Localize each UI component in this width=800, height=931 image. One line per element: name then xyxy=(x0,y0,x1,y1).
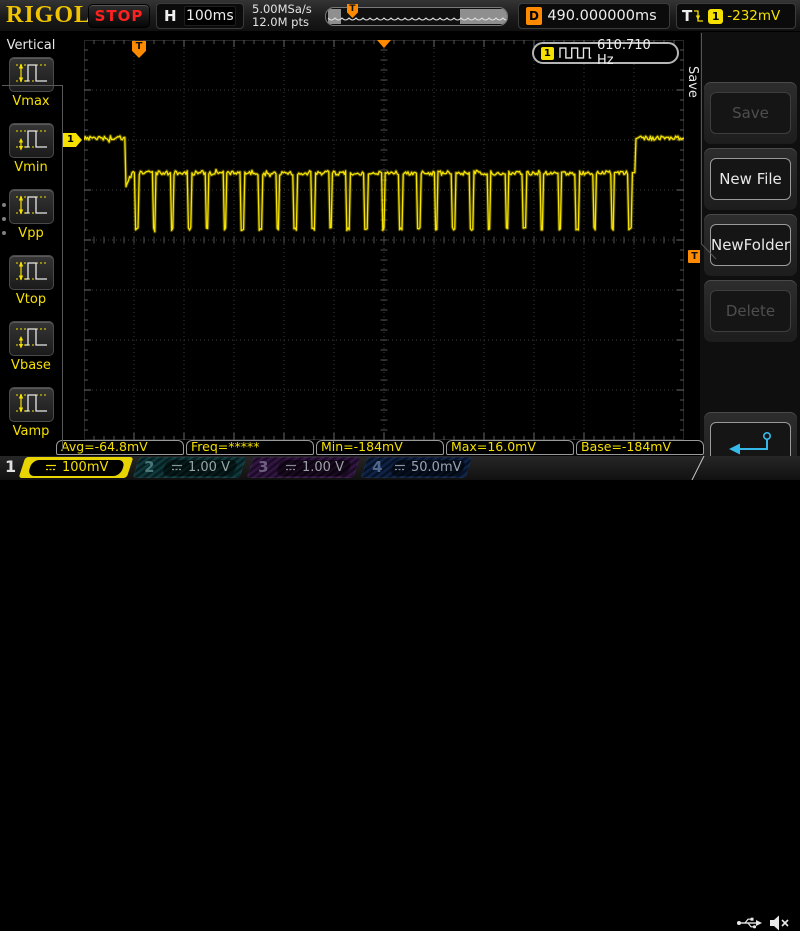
dc-coupling-icon xyxy=(171,463,183,472)
vtop-icon xyxy=(14,258,50,288)
new-file-button[interactable]: New File xyxy=(710,158,791,200)
channel3-number: 3 xyxy=(258,458,268,476)
waveform-display xyxy=(84,40,684,440)
channel2-status-box[interactable]: 2 1.00 V xyxy=(133,457,247,478)
dc-coupling-icon xyxy=(394,463,406,472)
vbase-icon xyxy=(14,324,50,354)
sidebar-item-vtop-label: Vtop xyxy=(0,292,62,307)
menu-page-dot xyxy=(2,203,6,207)
channel1-level-marker[interactable]: 1 xyxy=(63,133,82,147)
sidebar-item-vpp[interactable] xyxy=(9,189,54,224)
measurement-results-bar: Avg=-64.8mV Freq=***** Min=-184mV Max=16… xyxy=(56,440,704,455)
channel4-number: 4 xyxy=(372,458,382,476)
sidebar-item-vmin[interactable] xyxy=(9,123,54,158)
frequency-counter: 1 610.710 Hz xyxy=(532,42,679,64)
new-folder-button[interactable]: NewFolder xyxy=(710,224,791,266)
sidebar-item-vmax[interactable] xyxy=(9,57,54,92)
save-button[interactable]: Save xyxy=(710,92,791,134)
channel1-number: 1 xyxy=(5,457,16,476)
vmin-icon xyxy=(14,126,50,156)
delete-button[interactable]: Delete xyxy=(710,290,791,332)
measure-menu-sidebar: Vertical Vmax Vmin Vpp Vtop Vbase Vamp xyxy=(0,32,64,456)
channel4-status-box[interactable]: 4 50.0mV xyxy=(361,457,473,478)
horizontal-center-marker-icon xyxy=(377,40,391,48)
counter-value: 610.710 Hz xyxy=(597,38,670,68)
channel-status-bar: 1 100mV 2 1.00 V 3 xyxy=(0,456,800,480)
sidebar-item-vmin-label: Vmin xyxy=(0,160,62,175)
horizontal-timebase-box[interactable]: H 100ms xyxy=(156,3,244,29)
sidebar-item-vtop[interactable] xyxy=(9,255,54,290)
delay-value: 490.000000ms xyxy=(542,8,662,24)
sidebar-item-vamp-label: Vamp xyxy=(0,424,62,439)
channel2-scale-box: 1.00 V xyxy=(161,460,238,476)
channel3-scale-box: 1.00 V xyxy=(275,460,352,476)
menu-page-dot xyxy=(2,231,6,235)
memory-depth: 12.0M pts xyxy=(252,16,312,29)
dc-coupling-icon xyxy=(285,463,297,472)
channel4-scale-box: 50.0mV xyxy=(389,460,466,476)
measurement-freq: Freq=***** xyxy=(186,440,314,455)
delay-label: D xyxy=(526,7,542,25)
falling-edge-icon xyxy=(692,9,704,24)
measurement-max: Max=16.0mV xyxy=(446,440,574,455)
run-state-indicator: STOP xyxy=(88,4,150,28)
square-wave-icon xyxy=(559,47,592,59)
measurement-avg: Avg=-64.8mV xyxy=(56,440,184,455)
menu-page-dot xyxy=(2,217,6,221)
measurement-min: Min=-184mV xyxy=(316,440,444,455)
vpp-icon xyxy=(14,192,50,222)
channel1-scale: 100mV xyxy=(62,460,108,475)
sidebar-item-vbase[interactable] xyxy=(9,321,54,356)
rigol-logo: RIGOL xyxy=(6,2,91,29)
sidebar-item-vmax-label: Vmax xyxy=(0,94,62,109)
delay-box[interactable]: D 490.000000ms xyxy=(518,3,670,29)
channel2-scale: 1.00 V xyxy=(188,460,230,475)
speaker-muted-icon xyxy=(769,915,789,931)
channel4-scale: 50.0mV xyxy=(411,460,462,475)
sidebar-item-vpp-label: Vpp xyxy=(0,226,62,241)
channel3-status-box[interactable]: 3 1.00 V xyxy=(247,457,361,478)
horizontal-label: H xyxy=(164,7,177,25)
dc-coupling-icon xyxy=(45,463,57,472)
trigger-source-badge: 1 xyxy=(708,9,723,24)
trigger-level-value: -232mV xyxy=(727,8,780,24)
trigger-info-box[interactable]: T 1 -232mV xyxy=(676,3,796,29)
vmax-icon xyxy=(14,60,50,90)
sidebar-item-vamp[interactable] xyxy=(9,387,54,422)
counter-channel-badge: 1 xyxy=(541,47,554,60)
channel2-number: 2 xyxy=(144,458,154,476)
channel1-scale-box: 100mV xyxy=(27,460,125,476)
timebase-value: 100ms xyxy=(184,6,236,26)
top-status-bar: RIGOL STOP H 100ms 5.00MSa/s 12.0M pts T… xyxy=(0,0,800,32)
vamp-icon xyxy=(14,390,50,420)
measurement-base: Base=-184mV xyxy=(576,440,704,455)
return-arrow-icon xyxy=(723,429,779,457)
channel3-scale: 1.00 V xyxy=(302,460,344,475)
menu-tab-save: Save xyxy=(684,56,700,108)
status-icons xyxy=(736,915,789,931)
acquisition-info: 5.00MSa/s 12.0M pts xyxy=(252,3,312,29)
usb-icon xyxy=(736,916,762,930)
channel1-status-box[interactable]: 100mV xyxy=(19,457,134,478)
sidebar-item-vbase-label: Vbase xyxy=(0,358,62,373)
measure-menu-title: Vertical xyxy=(0,38,62,53)
trigger-label: T xyxy=(682,7,692,25)
